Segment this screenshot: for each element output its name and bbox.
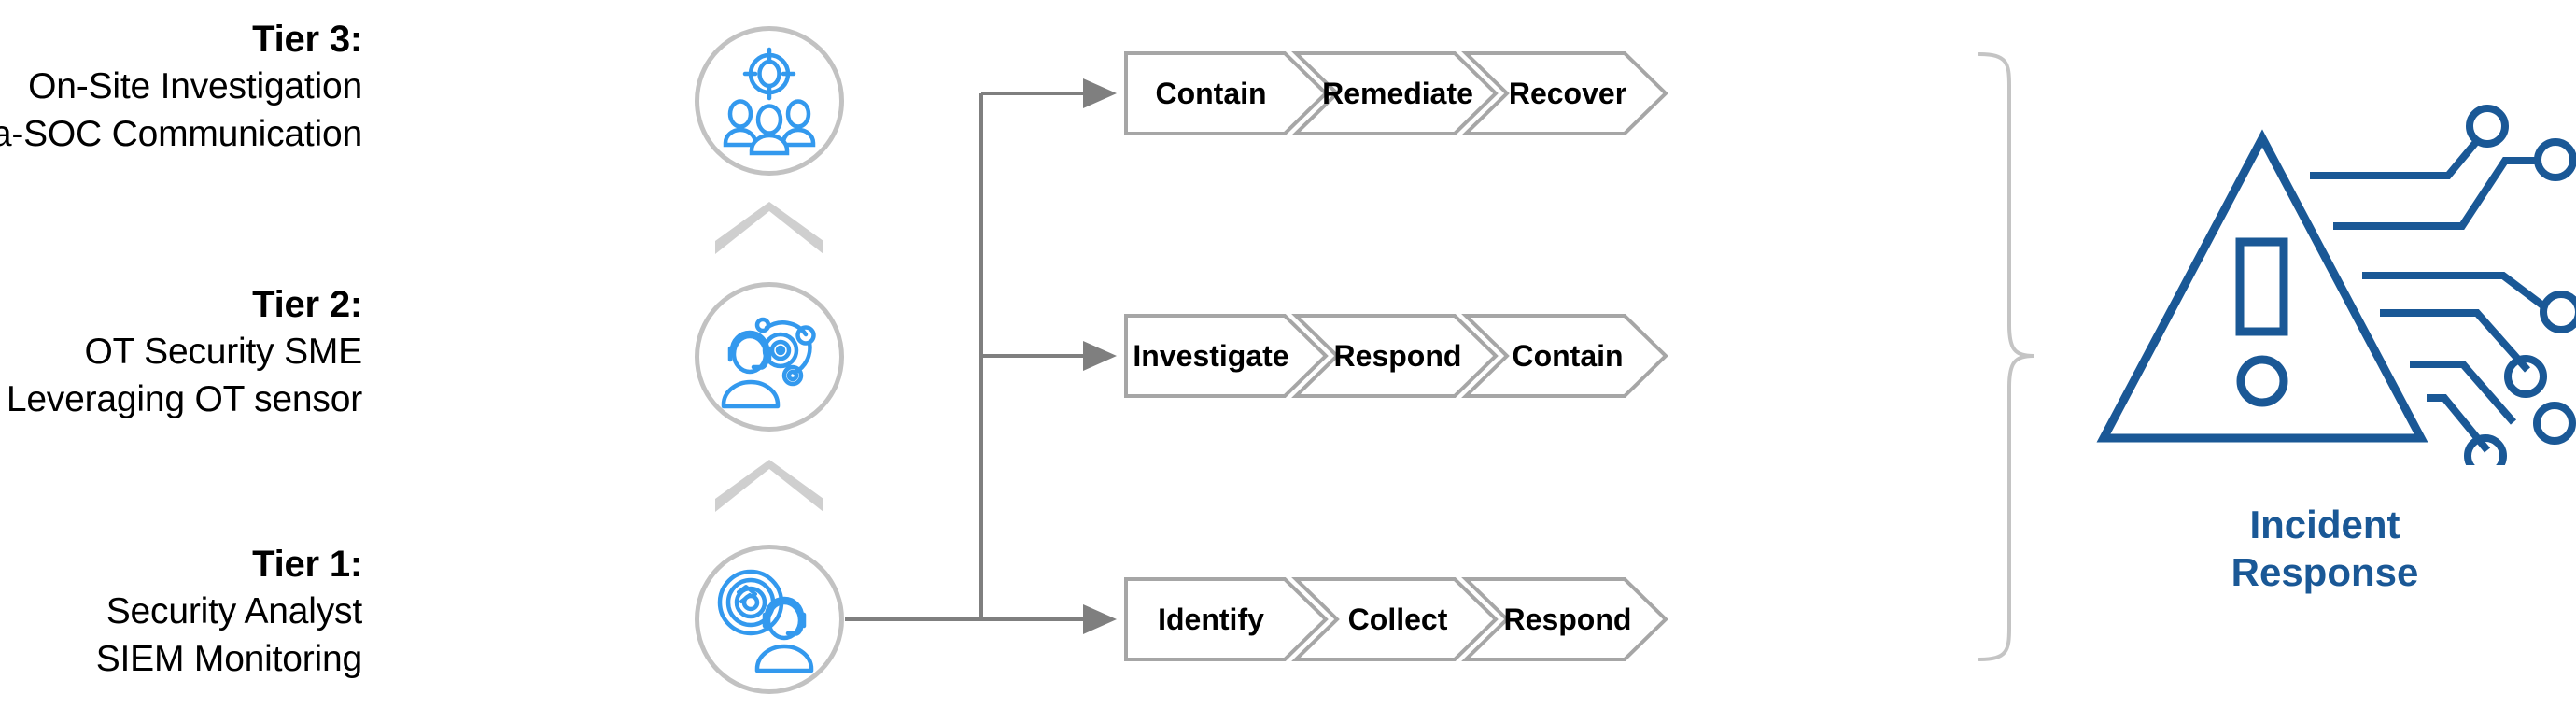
- tier-2-label: Tier 2: OT Security SME Leveraging OT se…: [0, 280, 362, 423]
- incident-response-art: [2071, 73, 2576, 477]
- tier-2-line-2: Leveraging OT sensor: [6, 378, 362, 419]
- process-step-label: Respond: [1333, 338, 1462, 373]
- headset-person-sensor-icon: [721, 317, 816, 409]
- escalation-arrow-tier1-to-tier2: [710, 456, 829, 518]
- tier-3-process-row: Contain Remediate Recover: [1124, 51, 1964, 135]
- tier-1-process-row: Identify Collect Respond: [1124, 577, 1964, 661]
- tier-2-icon-circle[interactable]: [695, 282, 844, 432]
- process-step-label: Respond: [1503, 602, 1632, 636]
- tier-3-title: Tier 3:: [252, 19, 362, 60]
- tier-3-label: Tier 3: On-Site Investigation Intra-SOC …: [0, 15, 362, 158]
- tier-1-label: Tier 1: Security Analyst SIEM Monitoring: [0, 540, 362, 683]
- tier-1-title: Tier 1:: [252, 544, 362, 585]
- incident-title-line-1: Incident: [2249, 503, 2400, 546]
- tier-2-title: Tier 2:: [252, 284, 362, 325]
- tier-2-line-1: OT Security SME: [84, 332, 362, 372]
- tier-3-icon-circle[interactable]: [695, 26, 844, 176]
- tier-1-line-2: SIEM Monitoring: [95, 638, 362, 679]
- tier-2-process-row: Investigate Respond Contain: [1124, 314, 1964, 398]
- escalation-arrow-tier2-to-tier3: [710, 198, 829, 261]
- process-step-label: Recover: [1508, 76, 1627, 110]
- warning-triangle-circuit-icon: [2096, 105, 2576, 477]
- tier-3-line-2: Intra-SOC Communication: [0, 113, 362, 154]
- incident-response-title: Incident Response: [2138, 501, 2512, 596]
- incident-title-line-2: Response: [2231, 550, 2419, 595]
- target-over-people-icon: [723, 47, 816, 156]
- process-step-label: Contain: [1512, 338, 1624, 373]
- arrowhead-right-icon: [1083, 78, 1117, 108]
- process-step-label: Identify: [1158, 602, 1264, 636]
- process-step-chevron[interactable]: Contain: [1461, 314, 1668, 398]
- process-step-label: Remediate: [1322, 76, 1473, 110]
- process-step-label: Collect: [1347, 602, 1448, 636]
- process-step-chevron[interactable]: Recover: [1461, 51, 1668, 135]
- process-step-label: Investigate: [1133, 338, 1289, 373]
- process-step-label: Contain: [1155, 76, 1267, 110]
- escalation-chevron-up-icon: [715, 460, 823, 512]
- arrowhead-right-icon: [1083, 604, 1117, 634]
- curly-brace-right-icon: [1978, 52, 2034, 661]
- tier-1-icon-circle[interactable]: [695, 545, 844, 694]
- soc-tier-escalation-diagram: Tier 3: On-Site Investigation Intra-SOC …: [0, 0, 2576, 723]
- arrowhead-right-icon: [1083, 341, 1117, 371]
- tier-3-line-1: On-Site Investigation: [28, 66, 362, 106]
- tier-1-line-1: Security Analyst: [106, 591, 362, 631]
- radar-headset-person-icon: [717, 569, 814, 673]
- process-step-chevron[interactable]: Respond: [1461, 577, 1668, 661]
- escalation-chevron-up-icon: [715, 202, 823, 254]
